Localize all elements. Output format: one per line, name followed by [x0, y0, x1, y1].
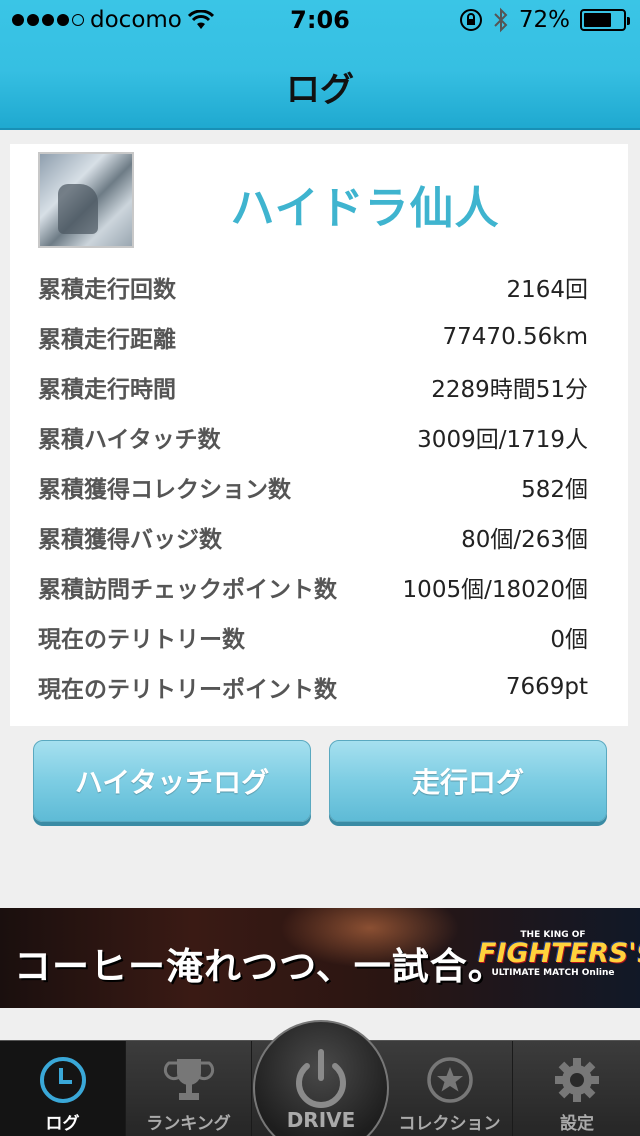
stat-value: 7669pt	[505, 674, 588, 700]
stat-value: 2164回	[506, 277, 588, 303]
tab-label: コレクション	[398, 1114, 501, 1134]
stat-row-territory-count: 現在のテリトリー数 0個	[38, 612, 588, 662]
star-icon	[426, 1057, 473, 1103]
stat-value: 582個	[521, 477, 588, 503]
header: docomo 7:06 72% ログ	[0, 0, 640, 130]
tab-log[interactable]: ログ	[0, 1041, 126, 1136]
stat-value: 77470.56km	[442, 324, 588, 350]
stat-row-drive-distance: 累積走行距離 77470.56km	[38, 312, 588, 362]
user-name: ハイドラ仙人	[230, 183, 500, 234]
tab-label: ランキング	[146, 1114, 231, 1134]
stat-row-territory-points: 現在のテリトリーポイント数 7669pt	[38, 662, 588, 712]
stat-value: 1005個/18020個	[402, 577, 588, 603]
drive-button[interactable]: DRIVE	[253, 1020, 389, 1136]
trophy-icon	[163, 1059, 214, 1100]
power-icon	[296, 1049, 346, 1108]
ad-logo: THE KING OF FIGHTERS'98 ULTIMATE MATCH O…	[478, 930, 640, 992]
stat-label: 現在のテリトリーポイント数	[38, 677, 337, 703]
stat-label: 現在のテリトリー数	[38, 627, 245, 653]
battery-percent: 72%	[518, 7, 570, 33]
tab-label: 設定	[560, 1114, 594, 1134]
stat-value: 2289時間51分	[431, 377, 588, 403]
stat-label: 累積ハイタッチ数	[38, 427, 221, 453]
profile-card: ハイドラ仙人 累積走行回数 2164回 累積走行距離 77470.56km 累積…	[10, 144, 628, 726]
page-title: ログ	[286, 70, 354, 110]
stat-row-drive-time: 累積走行時間 2289時間51分	[38, 362, 588, 412]
tab-ranking[interactable]: ランキング	[126, 1041, 252, 1136]
stat-value: 0個	[550, 627, 588, 653]
stat-label: 累積走行距離	[38, 327, 176, 353]
gear-icon	[555, 1058, 599, 1102]
stat-label: 累積走行回数	[38, 277, 176, 303]
tab-collection[interactable]: コレクション	[387, 1041, 513, 1136]
avatar	[38, 152, 134, 248]
stat-row-drive-count: 累積走行回数 2164回	[38, 262, 588, 312]
stat-row-collection-count: 累積獲得コレクション数 582個	[38, 462, 588, 512]
tab-label: ログ	[45, 1114, 80, 1134]
stat-label: 累積訪問チェックポイント数	[38, 577, 337, 603]
clock-icon	[39, 1057, 86, 1103]
rotation-lock-icon	[459, 9, 482, 31]
stat-value: 80個/263個	[461, 527, 588, 553]
stat-label: 累積獲得コレクション数	[38, 477, 291, 503]
stat-value: 3009回/1719人	[417, 427, 588, 453]
ad-text: コーヒー淹れつつ、一試合。	[14, 944, 506, 988]
bluetooth-icon	[494, 7, 508, 33]
drive-label: DRIVE	[286, 1108, 356, 1132]
stat-row-hitouch-count: 累積ハイタッチ数 3009回/1719人	[38, 412, 588, 462]
stat-label: 累積獲得バッジ数	[38, 527, 222, 553]
battery-icon	[580, 9, 630, 31]
tab-settings[interactable]: 設定	[514, 1041, 640, 1136]
hitouch-log-button[interactable]: ハイタッチログ	[33, 740, 311, 822]
drive-log-button[interactable]: 走行ログ	[329, 740, 607, 822]
stat-label: 累積走行時間	[38, 377, 176, 403]
stat-row-badge-count: 累積獲得バッジ数 80個/263個	[38, 512, 588, 562]
ad-banner[interactable]: コーヒー淹れつつ、一試合。 THE KING OF FIGHTERS'98 UL…	[0, 908, 640, 1008]
status-bar: docomo 7:06 72%	[0, 0, 640, 40]
stat-row-checkpoint-count: 累積訪問チェックポイント数 1005個/18020個	[38, 562, 588, 612]
ad-logo-main: FIGHTERS'98	[478, 938, 640, 969]
ad-logo-bottom: ULTIMATE MATCH Online	[491, 968, 615, 978]
